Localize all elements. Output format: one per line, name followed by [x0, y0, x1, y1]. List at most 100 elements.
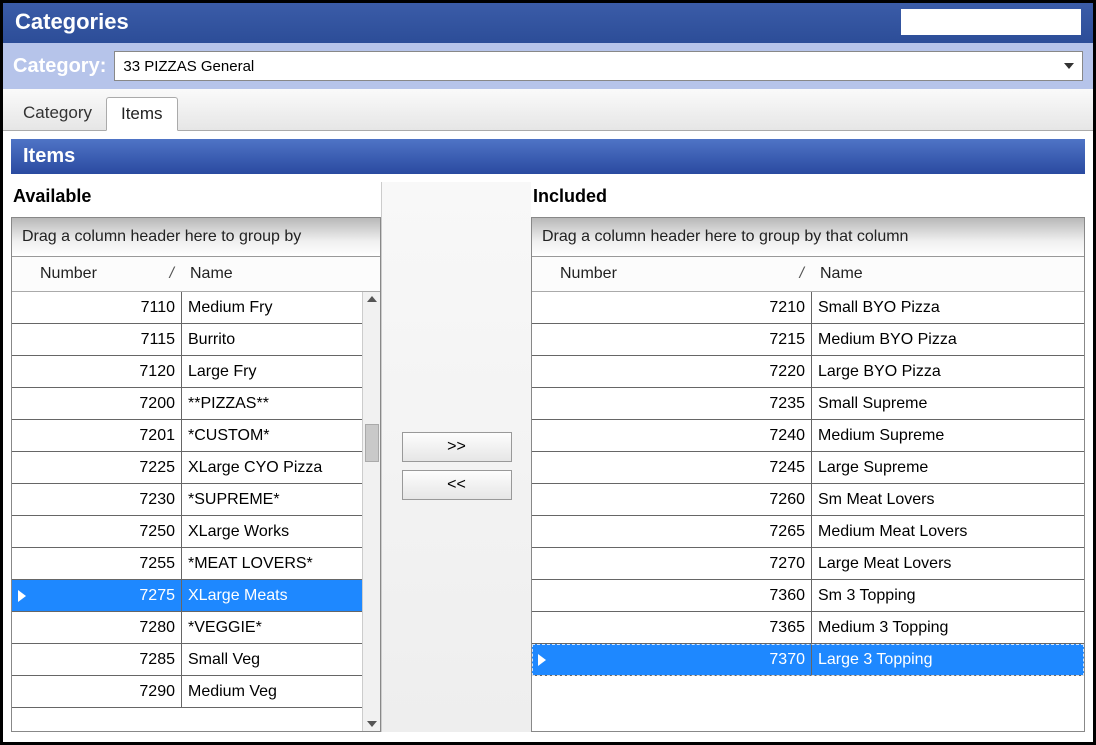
table-row[interactable]: 7220Large BYO Pizza — [532, 356, 1084, 388]
table-row[interactable]: 7365Medium 3 Topping — [532, 612, 1084, 644]
cell-name: Small Veg — [182, 644, 380, 675]
table-row[interactable]: 7285Small Veg — [12, 644, 380, 676]
cell-name: Sm Meat Lovers — [812, 484, 1084, 515]
cell-number: 7120 — [32, 356, 182, 387]
row-gutter — [12, 324, 32, 355]
available-header-name[interactable]: Name — [182, 257, 380, 291]
cell-number: 7225 — [32, 452, 182, 483]
row-gutter — [532, 580, 552, 611]
table-row[interactable]: 7280*VEGGIE* — [12, 612, 380, 644]
cell-name: *SUPREME* — [182, 484, 380, 515]
cell-number: 7220 — [552, 356, 812, 387]
row-gutter — [532, 516, 552, 547]
table-row[interactable]: 7360Sm 3 Topping — [532, 580, 1084, 612]
cell-name: **PIZZAS** — [182, 388, 380, 419]
category-label: Category: — [13, 55, 106, 78]
cell-number: 7235 — [552, 388, 812, 419]
row-gutter — [12, 356, 32, 387]
row-gutter — [532, 292, 552, 323]
titlebar-field[interactable] — [901, 9, 1081, 35]
window-frame: Categories Category: 33 PIZZAS General C… — [0, 0, 1096, 745]
row-gutter — [12, 612, 32, 643]
table-row[interactable]: 7225XLarge CYO Pizza — [12, 452, 380, 484]
table-row[interactable]: 7110Medium Fry — [12, 292, 380, 324]
cell-name: Large BYO Pizza — [812, 356, 1084, 387]
tabstrip: Category Items — [3, 89, 1093, 131]
cell-number: 7245 — [552, 452, 812, 483]
scroll-thumb[interactable] — [365, 424, 379, 462]
cell-name: XLarge CYO Pizza — [182, 452, 380, 483]
table-row[interactable]: 7115Burrito — [12, 324, 380, 356]
cell-number: 7210 — [552, 292, 812, 323]
cell-number: 7290 — [32, 676, 182, 707]
row-gutter — [12, 580, 32, 611]
table-row[interactable]: 7245Large Supreme — [532, 452, 1084, 484]
included-header-number[interactable]: Number / — [552, 257, 812, 291]
included-header-gutter — [532, 257, 552, 291]
cell-number: 7201 — [32, 420, 182, 451]
table-row[interactable]: 7370Large 3 Topping — [532, 644, 1084, 676]
add-button[interactable]: >> — [402, 432, 512, 462]
dual-list-pane: Available Drag a column header here to g… — [11, 182, 1085, 732]
table-row[interactable]: 7230*SUPREME* — [12, 484, 380, 516]
included-header-name[interactable]: Name — [812, 257, 1084, 291]
table-row[interactable]: 7290Medium Veg — [12, 676, 380, 708]
table-row[interactable]: 7250XLarge Works — [12, 516, 380, 548]
row-gutter — [12, 676, 32, 707]
row-gutter — [532, 548, 552, 579]
cell-name: XLarge Works — [182, 516, 380, 547]
category-dropdown[interactable]: 33 PIZZAS General — [114, 51, 1083, 81]
row-pointer-icon — [18, 590, 26, 602]
cell-name: Medium Fry — [182, 292, 380, 323]
cell-name: Burrito — [182, 324, 380, 355]
cell-number: 7265 — [552, 516, 812, 547]
row-gutter — [12, 292, 32, 323]
cell-name: Sm 3 Topping — [812, 580, 1084, 611]
table-row[interactable]: 7270Large Meat Lovers — [532, 548, 1084, 580]
cell-name: *CUSTOM* — [182, 420, 380, 451]
cell-number: 7275 — [32, 580, 182, 611]
available-header-number[interactable]: Number / — [32, 257, 182, 291]
included-title: Included — [531, 182, 1085, 217]
tab-items[interactable]: Items — [106, 97, 178, 131]
available-group-hint[interactable]: Drag a column header here to group by — [12, 218, 380, 257]
sort-indicator-icon: / — [170, 265, 174, 283]
cell-name: Small Supreme — [812, 388, 1084, 419]
available-grid: Drag a column header here to group by Nu… — [11, 217, 381, 732]
row-gutter — [532, 324, 552, 355]
table-row[interactable]: 7201*CUSTOM* — [12, 420, 380, 452]
table-row[interactable]: 7200**PIZZAS** — [12, 388, 380, 420]
transfer-buttons: >> << — [381, 182, 531, 732]
category-selector-row: Category: 33 PIZZAS General — [3, 43, 1093, 89]
table-row[interactable]: 7210Small BYO Pizza — [532, 292, 1084, 324]
table-row[interactable]: 7260Sm Meat Lovers — [532, 484, 1084, 516]
available-grid-header: Number / Name — [12, 257, 380, 292]
cell-number: 7260 — [552, 484, 812, 515]
table-row[interactable]: 7120Large Fry — [12, 356, 380, 388]
cell-name: Medium Meat Lovers — [812, 516, 1084, 547]
cell-name: XLarge Meats — [182, 580, 380, 611]
available-scrollbar[interactable] — [362, 292, 380, 731]
remove-button[interactable]: << — [402, 470, 512, 500]
cell-name: Medium BYO Pizza — [812, 324, 1084, 355]
scroll-up-icon[interactable] — [367, 296, 377, 302]
available-header-gutter — [12, 257, 32, 291]
table-row[interactable]: 7215Medium BYO Pizza — [532, 324, 1084, 356]
table-row[interactable]: 7235Small Supreme — [532, 388, 1084, 420]
row-gutter — [532, 420, 552, 451]
cell-number: 7250 — [32, 516, 182, 547]
included-group-hint[interactable]: Drag a column header here to group by th… — [532, 218, 1084, 257]
table-row[interactable]: 7265Medium Meat Lovers — [532, 516, 1084, 548]
table-row[interactable]: 7240Medium Supreme — [532, 420, 1084, 452]
scroll-down-icon[interactable] — [367, 721, 377, 727]
table-row[interactable]: 7275XLarge Meats — [12, 580, 380, 612]
tab-category[interactable]: Category — [9, 97, 106, 130]
table-row[interactable]: 7255*MEAT LOVERS* — [12, 548, 380, 580]
cell-number: 7115 — [32, 324, 182, 355]
cell-name: Large Supreme — [812, 452, 1084, 483]
sort-indicator-icon: / — [800, 265, 804, 283]
available-pane: Available Drag a column header here to g… — [11, 182, 381, 732]
row-gutter — [12, 644, 32, 675]
included-grid-header: Number / Name — [532, 257, 1084, 292]
cell-number: 7240 — [552, 420, 812, 451]
